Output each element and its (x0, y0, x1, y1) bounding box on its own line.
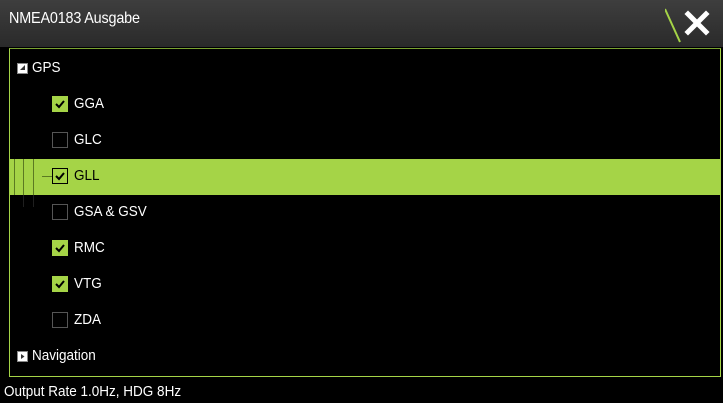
checkmark-icon (55, 100, 65, 109)
tree-item-label: VTG (74, 275, 102, 292)
tree-item-vtg[interactable]: VTG (10, 267, 720, 303)
checkbox-gsa-gsv[interactable] (52, 204, 68, 220)
checkbox-rmc[interactable] (52, 240, 68, 256)
tree-item-gga[interactable]: GGA (10, 87, 720, 123)
checkmark-icon (55, 172, 65, 181)
checkmark-icon (55, 244, 65, 253)
expand-triangle-icon[interactable] (17, 351, 28, 362)
checkbox-gga[interactable] (52, 96, 68, 112)
tree-item-glc[interactable]: GLC (10, 123, 720, 159)
tree-guide-line (42, 176, 52, 177)
checkbox-glc[interactable] (52, 132, 68, 148)
tree-guide-line (23, 159, 24, 195)
output-rate-status: Output Rate 1.0Hz, HDG 8Hz (4, 383, 182, 400)
tree-item-gll[interactable]: GLL (10, 159, 720, 195)
collapse-triangle-icon[interactable] (17, 63, 28, 74)
close-button[interactable] (665, 0, 723, 47)
tree-item-label: GLL (74, 167, 100, 184)
tree-item-label: GSA & GSV (74, 203, 147, 220)
tree-item-zda[interactable]: ZDA (10, 303, 720, 339)
tree-item-rmc[interactable]: RMC (10, 231, 720, 267)
checkmark-icon (55, 280, 65, 289)
checkbox-vtg[interactable] (52, 276, 68, 292)
tree-item-label: ZDA (74, 311, 101, 328)
tree-group-navigation[interactable]: Navigation (10, 339, 720, 375)
checkbox-zda[interactable] (52, 312, 68, 328)
window-title: NMEA0183 Ausgabe (9, 10, 140, 27)
status-bar: Output Rate 1.0Hz, HDG 8Hz (0, 380, 723, 403)
tree-guide-line (14, 159, 15, 195)
tree-group-label: Navigation (32, 347, 96, 364)
nmea-sentence-tree: GPS GGA GLC GLL GSA & GSV RMC VTG ZDA Na… (9, 48, 721, 377)
tree-item-gsa-gsv[interactable]: GSA & GSV (10, 195, 720, 231)
tree-guide-line (33, 159, 34, 195)
tree-item-label: GLC (74, 131, 102, 148)
title-bar: NMEA0183 Ausgabe (0, 0, 723, 47)
tree-item-label: RMC (74, 239, 105, 256)
close-icon (665, 8, 710, 43)
tree-group-gps[interactable]: GPS (10, 51, 720, 87)
checkbox-gll[interactable] (52, 168, 68, 184)
tree-group-label: GPS (32, 59, 61, 76)
tree-item-label: GGA (74, 95, 105, 112)
